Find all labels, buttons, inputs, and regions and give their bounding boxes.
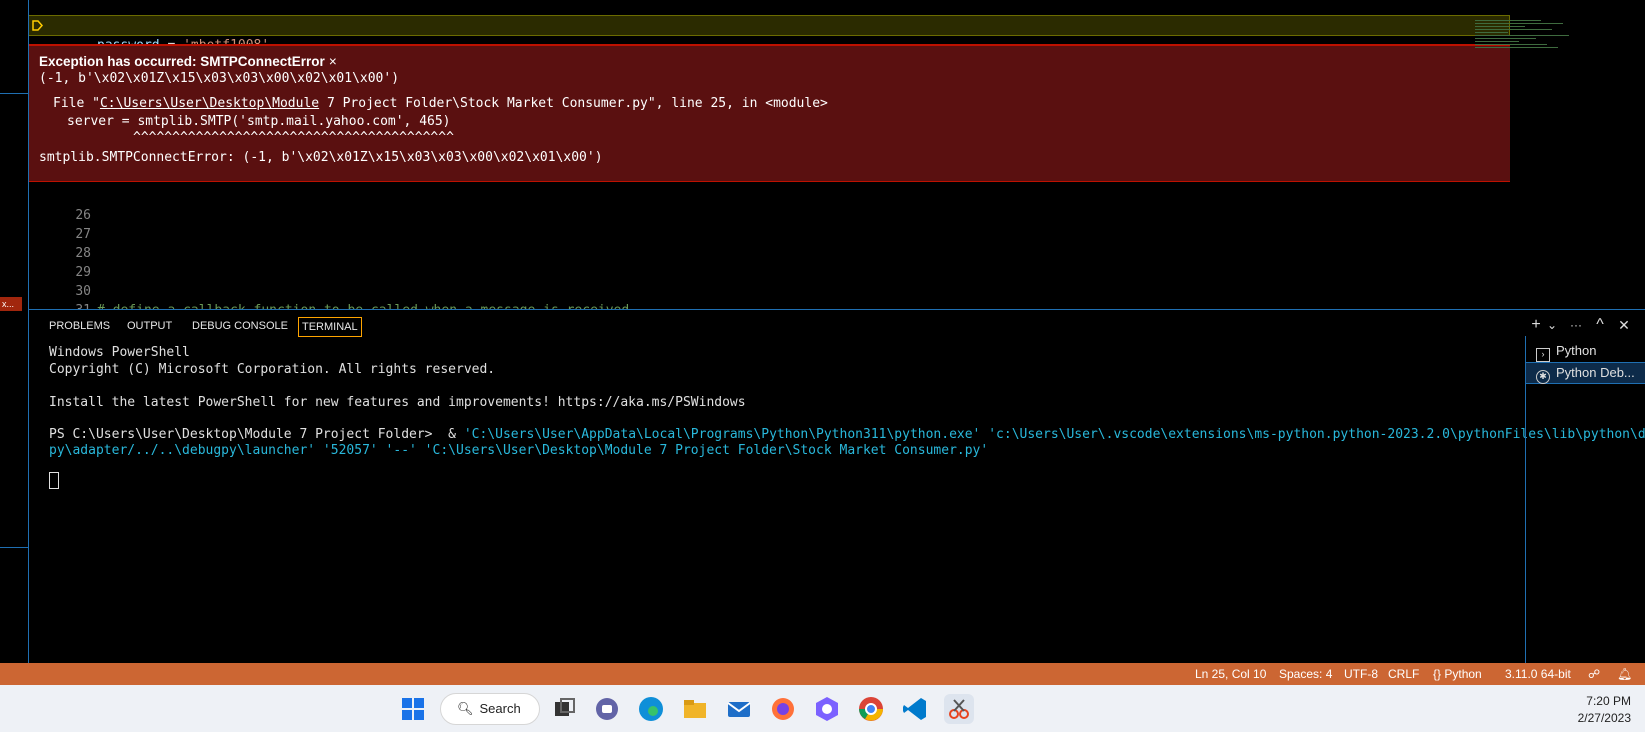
edge-browser-icon[interactable] xyxy=(636,694,666,724)
terminal-command-line: PS C:\Users\User\Desktop\Module 7 Projec… xyxy=(49,427,1645,442)
strip-divider xyxy=(0,93,28,94)
debug-icon: ✱ xyxy=(1536,370,1550,384)
windows-taskbar: 🔍︎ Search 7:20 PM 2/27/2023 xyxy=(0,685,1645,732)
file-explorer-icon[interactable] xyxy=(680,694,710,724)
code-line[interactable]: 26 xyxy=(29,187,1509,223)
terminal-command: 'C:\Users\User\AppData\Local\Programs\Py… xyxy=(463,427,1645,442)
tab-output[interactable]: OUTPUT xyxy=(124,317,175,335)
system-clock[interactable]: 7:20 PM 2/27/2023 xyxy=(1578,693,1631,727)
exception-title: Exception has occurred: SMTPConnectError… xyxy=(39,54,337,69)
panel-tabs: PROBLEMS OUTPUT DEBUG CONSOLE TERMINAL xyxy=(29,310,1529,346)
firefox-icon[interactable] xyxy=(768,694,798,724)
trace-rest: 7 Project Folder\Stock Market Consumer.p… xyxy=(319,96,828,111)
terminal-output[interactable]: Windows PowerShell Copyright (C) Microso… xyxy=(29,345,1645,663)
error-chip[interactable]: x... xyxy=(0,297,22,311)
terminal-line: Copyright (C) Microsoft Corporation. All… xyxy=(49,362,496,377)
terminal-item-label: Python Deb... xyxy=(1556,365,1635,380)
python-interpreter[interactable]: 3.11.0 64-bit xyxy=(1505,667,1571,681)
traceback-file-line: File "C:\Users\User\Desktop\Module 7 Pro… xyxy=(53,96,828,111)
search-icon: 🔍︎ xyxy=(457,701,474,716)
search-box[interactable]: 🔍︎ Search xyxy=(440,693,540,725)
clock-date: 2/27/2023 xyxy=(1577,711,1631,725)
search-label: Search xyxy=(479,701,521,716)
tab-debug-console[interactable]: DEBUG CONSOLE xyxy=(189,317,291,335)
close-icon[interactable]: × xyxy=(329,54,337,69)
terminal-line: Windows PowerShell xyxy=(49,345,190,360)
code-line[interactable]: 30 # define a callback function to be ca… xyxy=(29,263,1509,309)
code-line[interactable]: 31 def stocks_callback(ch, method, prope… xyxy=(29,282,1509,309)
tab-terminal[interactable]: TERMINAL xyxy=(298,317,362,337)
windows-start-icon[interactable] xyxy=(398,694,428,724)
language-mode[interactable]: {} Python xyxy=(1433,667,1482,681)
terminal-item-python[interactable]: › Python xyxy=(1526,341,1645,362)
code-line[interactable]: 27 xyxy=(29,206,1509,242)
more-actions-icon[interactable]: ··· xyxy=(1565,314,1587,336)
trace-prefix: File " xyxy=(53,96,100,111)
traceback-code: server = smtplib.SMTP('smtp.mail.yahoo.c… xyxy=(67,114,451,129)
traceback-caret: ^^^^^^^^^^^^^^^^^^^^^^^^^^^^^^^^^^^^^^^^… xyxy=(133,130,454,145)
maximize-panel-icon[interactable]: ^ xyxy=(1589,314,1611,336)
clock-time: 7:20 PM xyxy=(1586,694,1631,708)
chrome-icon[interactable] xyxy=(856,694,886,724)
terminal-cursor xyxy=(49,472,59,489)
bottom-panel: PROBLEMS OUTPUT DEBUG CONSOLE TERMINAL +… xyxy=(29,310,1645,663)
terminal-line: Install the latest PowerShell for new fe… xyxy=(49,395,746,410)
terminal-item-label: Python xyxy=(1556,343,1597,358)
indentation[interactable]: Spaces: 4 xyxy=(1279,667,1332,681)
exception-message: (-1, b'\x02\x01Z\x15\x03\x03\x00\x02\x01… xyxy=(39,71,400,86)
teams-chat-icon[interactable] xyxy=(592,694,622,724)
language-label: Python xyxy=(1444,667,1482,681)
code-editor[interactable]: 24 password = 'mbotf1008' 25 server = ▷s… xyxy=(29,0,1645,309)
close-panel-icon[interactable]: ✕ xyxy=(1613,314,1635,336)
minimap[interactable] xyxy=(1475,18,1585,78)
notifications-icon[interactable]: 🔔︎ xyxy=(1617,667,1632,681)
strip-divider xyxy=(0,547,28,548)
exception-title-text: Exception has occurred: SMTPConnectError xyxy=(39,54,325,69)
braces-icon: {} xyxy=(1433,667,1442,681)
vscode-icon[interactable] xyxy=(900,694,930,724)
mail-icon[interactable] xyxy=(724,694,754,724)
terminal-item-python-debug[interactable]: ✱ Python Deb... xyxy=(1526,362,1645,384)
terminal-prompt: PS C:\Users\User\Desktop\Module 7 Projec… xyxy=(49,427,464,442)
terminal-command-wrap: py\adapter/../..\debugpy\launcher' '5205… xyxy=(49,443,989,458)
encoding[interactable]: UTF-8 xyxy=(1344,667,1378,681)
terminal-list: › Python ✱ Python Deb... xyxy=(1525,336,1645,663)
exception-final: smtplib.SMTPConnectError: (-1, b'\x02\x0… xyxy=(39,150,603,165)
code-line[interactable]: 24 password = 'mbotf1008' xyxy=(29,0,1509,53)
line-number: 31 xyxy=(49,301,91,309)
breakpoint-arrow-icon[interactable] xyxy=(32,20,43,31)
code-line[interactable]: 29 xyxy=(29,244,1509,280)
feedback-icon[interactable]: ☍ xyxy=(1588,667,1600,681)
exception-widget: Exception has occurred: SMTPConnectError… xyxy=(29,44,1510,182)
line-code: # define a callback function to be calle… xyxy=(97,301,629,309)
terminal-icon: › xyxy=(1536,348,1550,362)
task-view-icon[interactable] xyxy=(549,694,579,724)
copilot-icon[interactable] xyxy=(812,694,842,724)
line-ending[interactable]: CRLF xyxy=(1388,667,1419,681)
tab-problems[interactable]: PROBLEMS xyxy=(46,317,113,335)
trace-file-link[interactable]: C:\Users\User\Desktop\Module xyxy=(100,96,319,111)
current-code-line[interactable]: 25 server = ▷smtplib.SMTP('smtp.mail.yah… xyxy=(29,15,1510,90)
cursor-position[interactable]: Ln 25, Col 10 xyxy=(1195,667,1266,681)
left-edge-strip: x... xyxy=(0,0,29,663)
chevron-down-icon[interactable]: ⌄ xyxy=(1541,314,1563,336)
snipping-tool-icon[interactable] xyxy=(944,694,974,724)
status-bar: Ln 25, Col 10 Spaces: 4 UTF-8 CRLF {} Py… xyxy=(0,663,1645,685)
code-line[interactable]: 28 xyxy=(29,225,1509,261)
